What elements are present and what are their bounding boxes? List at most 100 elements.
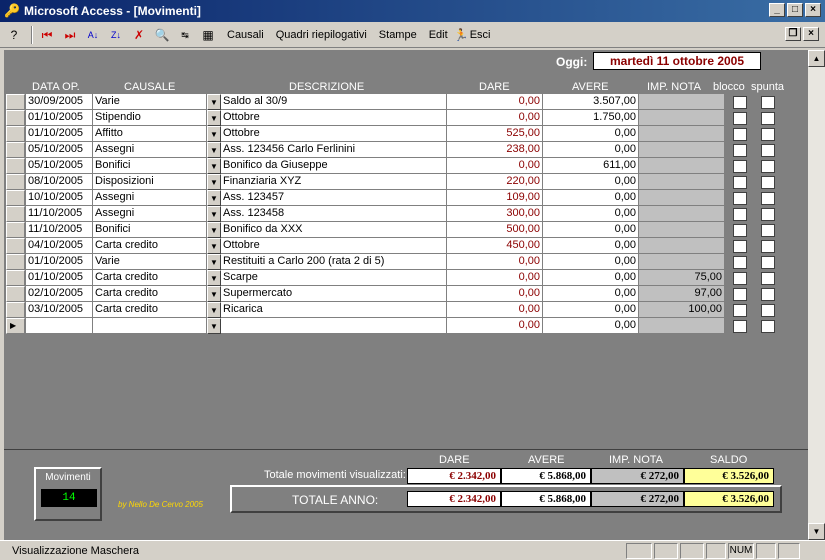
chevron-down-icon[interactable]: ▼ — [207, 110, 221, 126]
checkbox-blocco[interactable] — [733, 208, 747, 221]
cell-avere[interactable]: 611,00 — [543, 158, 639, 174]
cell-imp-nota[interactable] — [639, 318, 725, 334]
cell-descrizione[interactable]: Restituiti a Carlo 200 (rata 2 di 5) — [221, 254, 447, 270]
row-selector[interactable] — [6, 126, 25, 142]
cell-data-op[interactable]: 01/10/2005 — [26, 110, 93, 126]
row-selector[interactable] — [6, 270, 25, 286]
cell-descrizione[interactable]: Ass. 123457 — [221, 190, 447, 206]
menu-edit[interactable]: Edit — [423, 25, 454, 45]
table-row[interactable]: 10/10/2005 Assegni ▼ Ass. 123457 109,00 … — [4, 190, 808, 206]
cell-causale[interactable]: Carta credito — [93, 286, 207, 302]
checkbox-spunta[interactable] — [761, 320, 775, 333]
checkbox-spunta[interactable] — [761, 256, 775, 269]
checkbox-blocco[interactable] — [733, 176, 747, 189]
cell-data-op[interactable]: 03/10/2005 — [26, 302, 93, 318]
checkbox-blocco[interactable] — [733, 160, 747, 173]
cell-avere[interactable]: 0,00 — [543, 286, 639, 302]
mdi-close-button[interactable]: × — [803, 27, 819, 41]
cell-avere[interactable]: 0,00 — [543, 174, 639, 190]
cell-dare[interactable]: 238,00 — [447, 142, 543, 158]
checkbox-blocco[interactable] — [733, 320, 747, 333]
cell-dare[interactable]: 0,00 — [447, 270, 543, 286]
row-selector[interactable] — [6, 174, 25, 190]
cell-causale[interactable]: Bonifici — [93, 158, 207, 174]
first-record-icon[interactable]: ⏮ — [37, 25, 57, 45]
cell-causale[interactable]: Stipendio — [93, 110, 207, 126]
checkbox-blocco[interactable] — [733, 128, 747, 141]
row-selector[interactable]: ▶ — [6, 318, 25, 334]
chevron-down-icon[interactable]: ▼ — [207, 158, 221, 174]
cell-dare[interactable]: 500,00 — [447, 222, 543, 238]
checkbox-blocco[interactable] — [733, 224, 747, 237]
cell-data-op[interactable]: 02/10/2005 — [26, 286, 93, 302]
checkbox-spunta[interactable] — [761, 272, 775, 285]
cell-imp-nota[interactable]: 75,00 — [639, 270, 725, 286]
cell-descrizione[interactable]: Finanziaria XYZ — [221, 174, 447, 190]
cell-descrizione[interactable]: Ass. 123456 Carlo Ferlinini — [221, 142, 447, 158]
vertical-scrollbar[interactable]: ▲ ▼ — [808, 50, 825, 540]
checkbox-spunta[interactable] — [761, 304, 775, 317]
cell-data-op[interactable]: 04/10/2005 — [26, 238, 93, 254]
cell-descrizione[interactable]: Saldo al 30/9 — [221, 94, 447, 110]
table-row[interactable]: 11/10/2005 Assegni ▼ Ass. 123458 300,00 … — [4, 206, 808, 222]
chevron-down-icon[interactable]: ▼ — [207, 94, 221, 110]
cell-causale[interactable]: Carta credito — [93, 238, 207, 254]
table-row[interactable]: 08/10/2005 Disposizioni ▼ Finanziaria XY… — [4, 174, 808, 190]
chevron-down-icon[interactable]: ▼ — [207, 238, 221, 254]
menu-stampe[interactable]: Stampe — [373, 25, 423, 45]
cell-data-op[interactable]: 05/10/2005 — [26, 142, 93, 158]
table-row[interactable]: ▶ ▼ 0,00 0,00 — [4, 318, 808, 334]
cell-dare[interactable]: 525,00 — [447, 126, 543, 142]
cell-causale[interactable]: Varie — [93, 254, 207, 270]
cell-avere[interactable]: 0,00 — [543, 318, 639, 334]
table-row[interactable]: 03/10/2005 Carta credito ▼ Ricarica 0,00… — [4, 302, 808, 318]
sort-descending-icon[interactable]: Z↓ — [106, 25, 126, 45]
cell-imp-nota[interactable] — [639, 238, 725, 254]
cell-dare[interactable]: 109,00 — [447, 190, 543, 206]
checkbox-blocco[interactable] — [733, 144, 747, 157]
checkbox-blocco[interactable] — [733, 96, 747, 109]
cell-imp-nota[interactable]: 100,00 — [639, 302, 725, 318]
cell-dare[interactable]: 220,00 — [447, 174, 543, 190]
cell-avere[interactable]: 0,00 — [543, 254, 639, 270]
cell-avere[interactable]: 0,00 — [543, 222, 639, 238]
cell-imp-nota[interactable] — [639, 110, 725, 126]
chevron-down-icon[interactable]: ▼ — [207, 190, 221, 206]
checkbox-blocco[interactable] — [733, 288, 747, 301]
cell-data-op[interactable]: 05/10/2005 — [26, 158, 93, 174]
remove-filter-icon[interactable]: ✗ — [129, 25, 149, 45]
cell-data-op[interactable] — [26, 318, 93, 334]
menu-esci[interactable]: Esci — [468, 25, 497, 45]
calculator-icon[interactable]: ▦ — [198, 25, 218, 45]
cell-descrizione[interactable]: Bonifico da Giuseppe — [221, 158, 447, 174]
chevron-down-icon[interactable]: ▼ — [207, 270, 221, 286]
find-icon[interactable]: 🔍 — [152, 25, 172, 45]
cell-data-op[interactable]: 10/10/2005 — [26, 190, 93, 206]
cell-data-op[interactable]: 01/10/2005 — [26, 270, 93, 286]
cell-dare[interactable]: 0,00 — [447, 158, 543, 174]
table-row[interactable]: 02/10/2005 Carta credito ▼ Supermercato … — [4, 286, 808, 302]
chevron-down-icon[interactable]: ▼ — [207, 206, 221, 222]
cell-descrizione[interactable] — [221, 318, 447, 334]
checkbox-spunta[interactable] — [761, 288, 775, 301]
cell-descrizione[interactable]: Ass. 123458 — [221, 206, 447, 222]
cell-imp-nota[interactable] — [639, 174, 725, 190]
sort-ascending-icon[interactable]: A↓ — [83, 25, 103, 45]
table-row[interactable]: 01/10/2005 Varie ▼ Restituiti a Carlo 20… — [4, 254, 808, 270]
cell-avere[interactable]: 0,00 — [543, 190, 639, 206]
cell-causale[interactable]: Disposizioni — [93, 174, 207, 190]
checkbox-spunta[interactable] — [761, 176, 775, 189]
cell-imp-nota[interactable] — [639, 254, 725, 270]
cell-descrizione[interactable]: Scarpe — [221, 270, 447, 286]
chevron-down-icon[interactable]: ▼ — [207, 318, 221, 334]
checkbox-blocco[interactable] — [733, 192, 747, 205]
cell-descrizione[interactable]: Bonifico da XXX — [221, 222, 447, 238]
cell-causale[interactable]: Carta credito — [93, 302, 207, 318]
minimize-button[interactable]: _ — [769, 3, 785, 17]
cell-avere[interactable]: 0,00 — [543, 238, 639, 254]
close-button[interactable]: × — [805, 3, 821, 17]
cell-imp-nota[interactable] — [639, 206, 725, 222]
cell-data-op[interactable]: 08/10/2005 — [26, 174, 93, 190]
table-row[interactable]: 01/10/2005 Carta credito ▼ Scarpe 0,00 0… — [4, 270, 808, 286]
menu-quadri-riepilogativi[interactable]: Quadri riepilogativi — [270, 25, 373, 45]
